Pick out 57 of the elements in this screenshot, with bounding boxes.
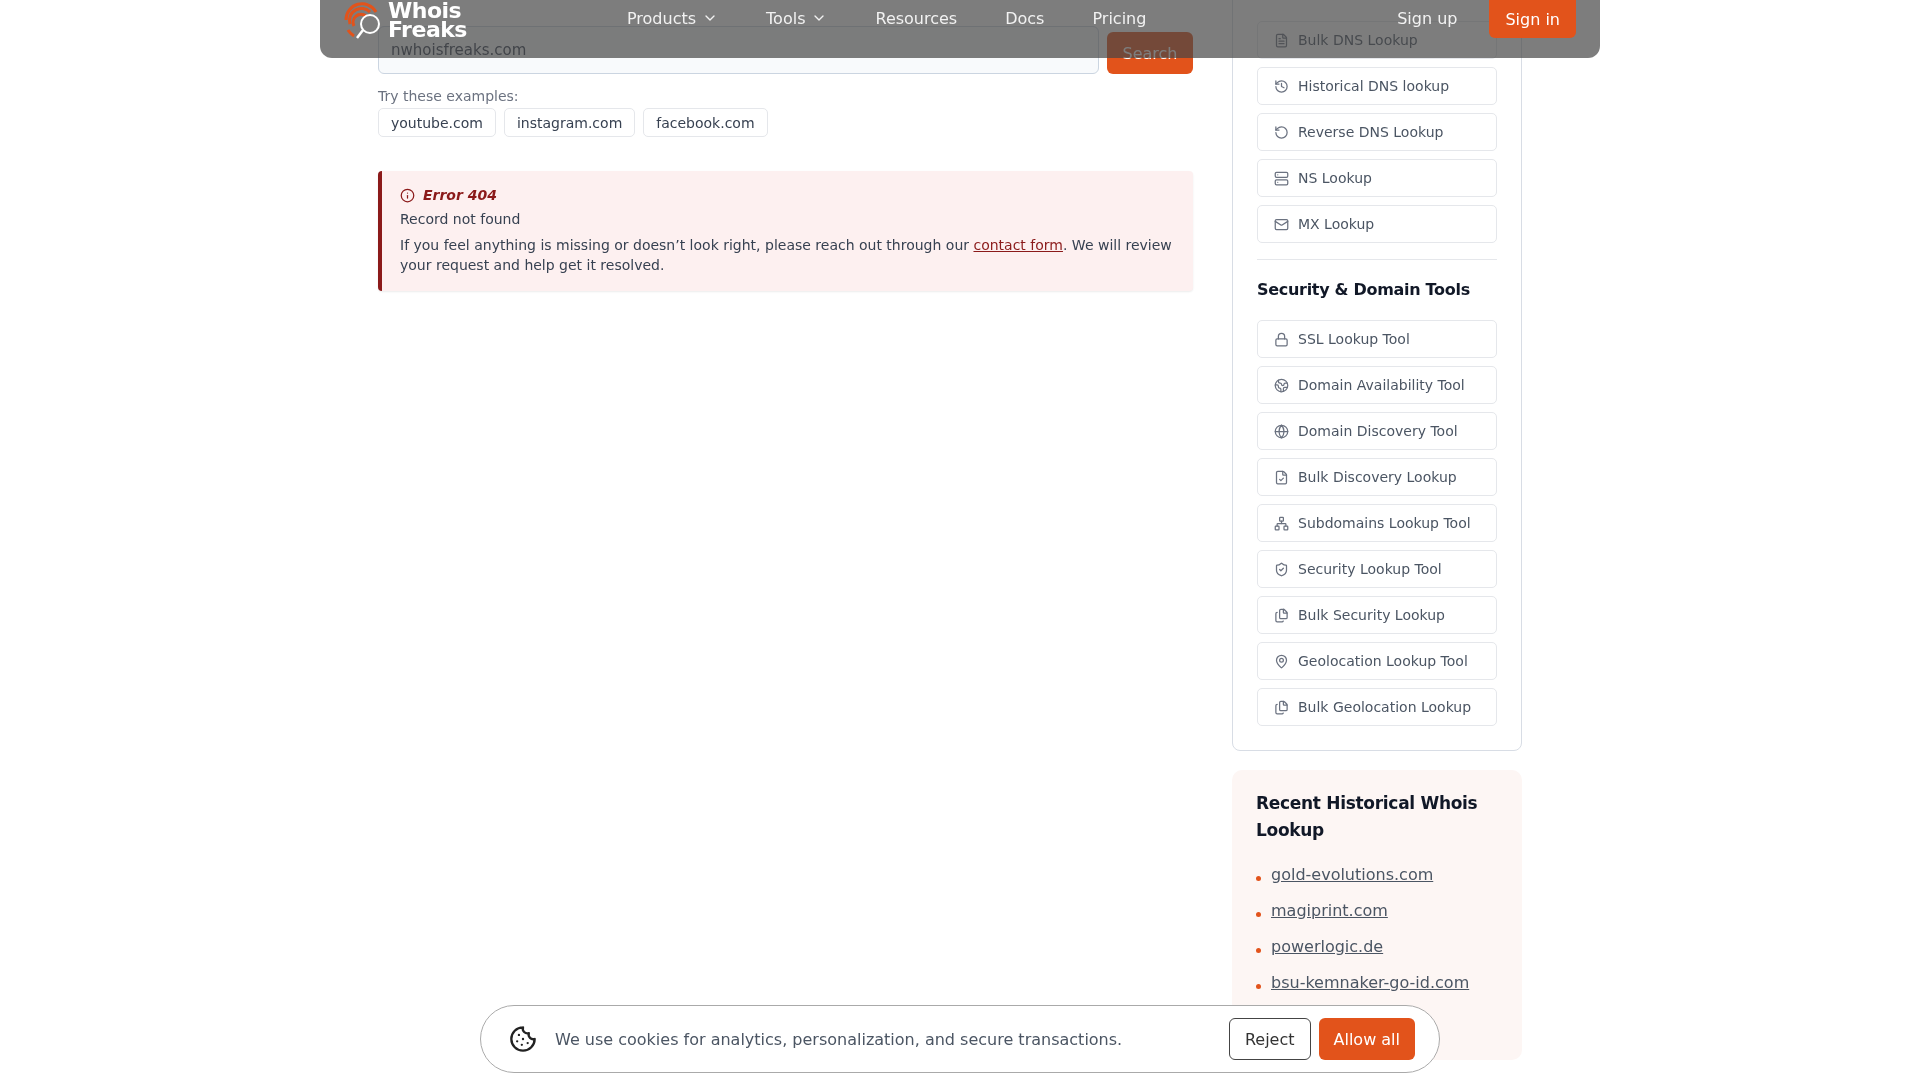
tool-link[interactable]: Domain Discovery Tool [1257, 412, 1497, 450]
recent-domain-link[interactable]: bsu-kemnaker-go-id.com [1271, 972, 1470, 992]
reject-button[interactable]: Reject [1228, 1018, 1311, 1060]
network-icon [1274, 515, 1289, 531]
info-icon [400, 187, 415, 203]
tool-link[interactable]: Bulk Discovery Lookup [1257, 458, 1497, 496]
lock-icon [1274, 331, 1289, 347]
nav-link[interactable]: Docs [1005, 8, 1045, 28]
tool-link[interactable]: Reverse DNS Lookup [1257, 113, 1497, 151]
example-chip[interactable]: instagram.com [503, 108, 636, 137]
cookie-icon [509, 1025, 537, 1053]
bullet-icon [1256, 947, 1261, 953]
alert-title: Error 404 [423, 187, 497, 203]
logo-text[interactable]: Whois Freaks [388, 1, 467, 39]
tool-link[interactable]: SSL Lookup Tool [1257, 320, 1497, 358]
sign-in-button[interactable]: Sign in [1489, 0, 1576, 38]
mail-icon [1274, 216, 1289, 232]
document-icon [1274, 469, 1289, 485]
recent-heading: Recent Historical Whois Lookup [1256, 792, 1479, 842]
server-icon [1274, 170, 1289, 186]
files-icon [1274, 607, 1289, 623]
section-heading: Security & Domain Tools [1257, 279, 1471, 301]
map-pin-icon [1274, 653, 1289, 669]
bullet-icon [1256, 875, 1261, 881]
tool-link[interactable]: Bulk Security Lookup [1257, 596, 1497, 634]
sign-up-link[interactable]: Sign up [1397, 8, 1458, 28]
nav-link[interactable]: Pricing [1092, 8, 1147, 28]
files-icon [1274, 699, 1289, 715]
nav-link[interactable]: Tools [766, 8, 828, 28]
tool-link[interactable]: Geolocation Lookup Tool [1257, 642, 1497, 680]
example-chip[interactable]: youtube.com [378, 108, 496, 137]
contact-form-link[interactable]: contact form [973, 237, 1063, 253]
history-icon [1274, 78, 1289, 94]
recent-domain-link[interactable]: powerlogic.de [1271, 936, 1384, 956]
cookie-message: We use cookies for analytics, personalization, and secure transactions. [555, 1029, 1123, 1049]
rotate-icon [1274, 124, 1289, 140]
globe-icon [1274, 377, 1289, 393]
tool-link[interactable]: Domain Availability Tool [1257, 366, 1497, 404]
examples-label: Try these examples: [378, 88, 520, 104]
allow-all-button[interactable]: Allow all [1318, 1018, 1415, 1060]
alert-text: If you feel anything is missing or doesn’t look right, please reach out through our contact form. We will review your request and help get it resolved. [400, 236, 1173, 275]
nav-link[interactable]: Resources [875, 8, 958, 28]
tool-link[interactable]: Bulk Geolocation Lookup [1257, 688, 1497, 726]
globe-icon [1274, 423, 1289, 439]
example-chip[interactable]: facebook.com [643, 108, 768, 137]
tool-link[interactable]: MX Lookup [1257, 205, 1497, 243]
shield-icon [1274, 561, 1289, 577]
nav-link[interactable]: Products [626, 8, 719, 28]
recent-domain-link[interactable]: magiprint.com [1271, 900, 1388, 920]
tool-link[interactable]: Subdomains Lookup Tool [1257, 504, 1497, 542]
alert-message: Record not found [400, 210, 522, 229]
tool-link[interactable]: Security Lookup Tool [1257, 550, 1497, 588]
tool-link[interactable]: Historical DNS lookup [1257, 67, 1497, 105]
bullet-icon [1256, 983, 1261, 989]
bullet-icon [1256, 911, 1261, 917]
tool-link[interactable]: NS Lookup [1257, 159, 1497, 197]
recent-domain-link[interactable]: gold-evolutions.com [1271, 864, 1434, 884]
